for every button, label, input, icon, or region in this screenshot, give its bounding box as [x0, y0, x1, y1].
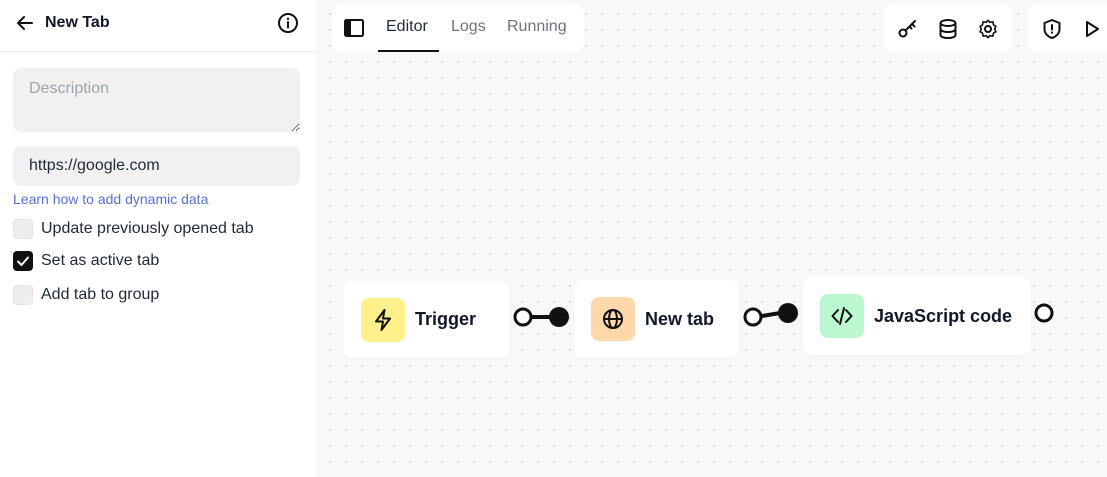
editor-tabbar: Editor Logs Running — [332, 4, 584, 52]
checkbox-label: Add tab to group — [41, 286, 160, 303]
key-icon[interactable] — [896, 17, 920, 41]
workflow-sidebar: New Tab Learn how to add dynamic data Up… — [0, 0, 316, 477]
trigger-node[interactable]: Trigger — [344, 281, 509, 358]
dynamic-data-help-link[interactable]: Learn how to add dynamic data — [13, 191, 208, 207]
checkbox-unchecked[interactable] — [13, 285, 33, 305]
add-to-group-checkbox[interactable]: Add tab to group — [13, 284, 159, 306]
node-label: New tab — [645, 308, 715, 329]
update-prev-tab-checkbox[interactable]: Update previously opened tab — [13, 218, 254, 240]
tab-editor[interactable]: Editor — [386, 18, 428, 36]
active-tab-indicator — [378, 50, 439, 52]
workflow-actions — [1028, 4, 1107, 52]
checkbox-label: Set as active tab — [41, 252, 160, 269]
play-icon[interactable] — [1080, 17, 1104, 41]
code-icon — [820, 294, 864, 338]
url-input[interactable] — [13, 146, 300, 186]
back-arrow-icon[interactable] — [14, 12, 36, 34]
active-tab-checkbox[interactable]: Set as active tab — [13, 250, 159, 272]
javascript-node[interactable]: JavaScript code — [803, 277, 1030, 355]
block-title: New Tab — [45, 14, 110, 31]
checkbox-label: Update previously opened tab — [41, 220, 254, 237]
node-label: Trigger — [415, 309, 477, 329]
tab-logs[interactable]: Logs — [451, 18, 486, 36]
workflow-tools — [884, 4, 1012, 52]
sidebar-toggle-icon[interactable] — [342, 17, 366, 39]
sidebar-header: New Tab — [0, 0, 316, 52]
checkmark-icon — [17, 256, 29, 266]
database-icon[interactable] — [936, 17, 960, 41]
gear-icon[interactable] — [976, 17, 1000, 41]
workflow-canvas[interactable] — [316, 0, 1107, 477]
new-tab-node[interactable]: New tab — [574, 280, 739, 358]
globe-icon — [591, 297, 635, 341]
checkbox-checked[interactable] — [13, 251, 33, 271]
shield-icon[interactable] — [1040, 17, 1064, 41]
node-label: JavaScript code — [874, 305, 1013, 326]
tab-running[interactable]: Running — [507, 18, 567, 36]
checkbox-unchecked[interactable] — [13, 219, 33, 239]
description-field[interactable] — [13, 68, 300, 132]
lightning-icon — [361, 297, 405, 342]
info-icon[interactable] — [277, 12, 299, 34]
